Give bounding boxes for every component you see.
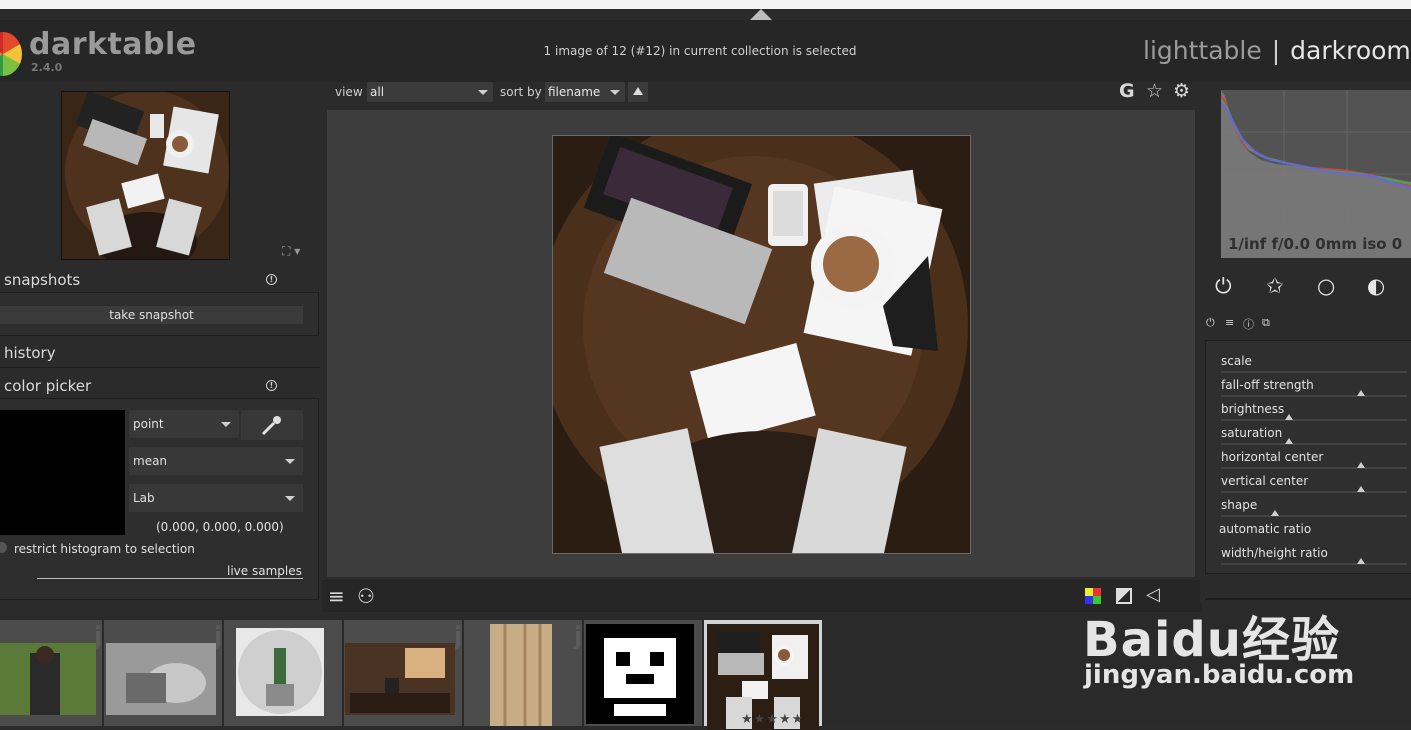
grouping-icon[interactable]: G [1119,80,1135,102]
top-panel-collapse-arrow[interactable] [750,9,772,20]
styles-icon[interactable]: ⚇ [357,584,375,608]
slider-label: width/height ratio [1221,546,1328,560]
chevron-down-icon [285,459,295,464]
navigation-thumbnail[interactable] [61,91,230,260]
slider-label: shape [1221,498,1258,512]
module-reset-icon[interactable]: ⓘ [1243,316,1254,332]
thumbnail-image [490,624,552,726]
color-picker-reset-icon[interactable]: ! [266,380,277,391]
collection-info: 1 image of 12 (#12) in current collectio… [543,44,857,58]
slider-label: brightness [1221,402,1285,416]
slider-track[interactable] [1221,443,1407,445]
slider-label: scale [1221,354,1252,368]
sort-by-value: filename [548,85,601,99]
gear-icon[interactable]: ⚙ [1173,80,1190,102]
navigation-zoom-control[interactable]: ⛶ ▾ [282,244,300,259]
main-image-content [553,136,970,553]
color-values-readout: (0.000, 0.000, 0.000) [156,520,284,534]
view-filter-combobox[interactable]: all [367,82,493,102]
history-divider [0,367,320,368]
view-separator: | [1271,36,1281,65]
main-image[interactable] [552,135,971,554]
chevron-down-icon [478,90,488,95]
view-filter-value: all [370,85,385,99]
chevron-down-icon [285,496,295,501]
slider-marker[interactable] [1357,558,1365,564]
thumbnail-rating-stars[interactable]: ★★★★★ [741,712,804,727]
live-samples-label[interactable]: live samples [227,564,302,578]
histogram[interactable] [1221,90,1411,258]
snapshots-reset-icon[interactable]: ! [266,274,277,285]
slider-marker[interactable] [1271,510,1279,516]
slider-marker[interactable] [1357,390,1365,396]
slider-track[interactable] [1221,371,1407,373]
view-switcher: lighttable|darkroom| [1143,36,1411,65]
navigation-image [62,92,229,259]
colorspace-value: Lab [133,491,155,505]
slider-track[interactable] [1221,467,1407,469]
picker-mode-combobox[interactable]: point [129,410,239,438]
thumbnail-image [586,624,694,724]
history-title[interactable]: history [4,344,56,362]
snapshots-title[interactable]: snapshots [4,271,80,289]
sort-by-label: sort by [500,85,542,99]
power-icon[interactable]: ⏻ [1215,274,1232,299]
color-swatch [0,410,125,535]
slider-track[interactable] [1221,563,1407,565]
thumbnail-image [345,643,455,715]
slider-label: saturation [1221,426,1283,440]
chevron-down-icon [610,90,620,95]
bottom-toolbar [322,580,1202,612]
slider-marker[interactable] [1357,486,1365,492]
thumbnail-image [106,643,216,715]
restrict-histogram-label: restrict histogram to selection [14,542,195,556]
slider-marker[interactable] [1285,414,1293,420]
slider-label: vertical center [1221,474,1309,488]
chevron-down-icon [221,422,231,427]
slider-label: fall-off strength [1221,378,1314,392]
colorspace-combobox[interactable]: Lab [129,484,303,512]
view-filter-label: view [335,85,363,99]
module-menu-icon[interactable]: ≡ [1225,316,1234,329]
app-name: darktable [29,27,197,62]
slider-marker[interactable] [1357,462,1365,468]
sort-by-combobox[interactable]: filename [545,82,625,102]
take-snapshot-button[interactable]: take snapshot [0,306,303,324]
star-icon[interactable]: ☆ [1146,80,1163,102]
live-samples-divider [37,578,303,579]
eyedropper-icon [261,416,281,436]
top-border-strip [0,0,1411,9]
slider-track[interactable] [1221,419,1407,421]
sort-order-toggle[interactable] [628,82,648,102]
slider-track[interactable] [1221,395,1407,397]
tone-circle-icon[interactable]: ◐ [1367,274,1385,298]
statistic-value: mean [133,454,168,468]
histogram-plot [1221,90,1411,258]
watermark-url: jingyan.baidu.com [1084,660,1355,690]
color-picker-title[interactable]: color picker [4,377,91,395]
module-power-icon[interactable]: ⏻ [1206,316,1215,330]
histogram-exif-info: 1/inf f/0.0 0mm iso 0 [1228,235,1403,253]
color-picker-button[interactable] [241,410,303,440]
slider-label: horizontal center [1221,450,1324,464]
circle-icon[interactable]: ○ [1317,274,1335,298]
module-presets-icon[interactable]: ⧉ [1262,316,1270,330]
presets-menu-icon[interactable]: ≡ [328,584,345,608]
view-lighttable-link[interactable]: lighttable [1143,36,1262,65]
slider-label: automatic ratio [1219,522,1312,536]
view-darkroom-link[interactable]: darkroom [1290,36,1411,65]
picker-mode-value: point [133,417,164,431]
favorites-icon[interactable]: ✩ [1266,274,1284,298]
statistic-combobox[interactable]: mean [129,447,303,475]
thumbnail-image [0,643,96,715]
slider-track[interactable] [1221,491,1407,493]
slider-marker[interactable] [1285,438,1293,444]
app-version: 2.4.0 [31,61,63,74]
slider-track[interactable] [1221,515,1407,517]
thumbnail-image [236,628,324,716]
